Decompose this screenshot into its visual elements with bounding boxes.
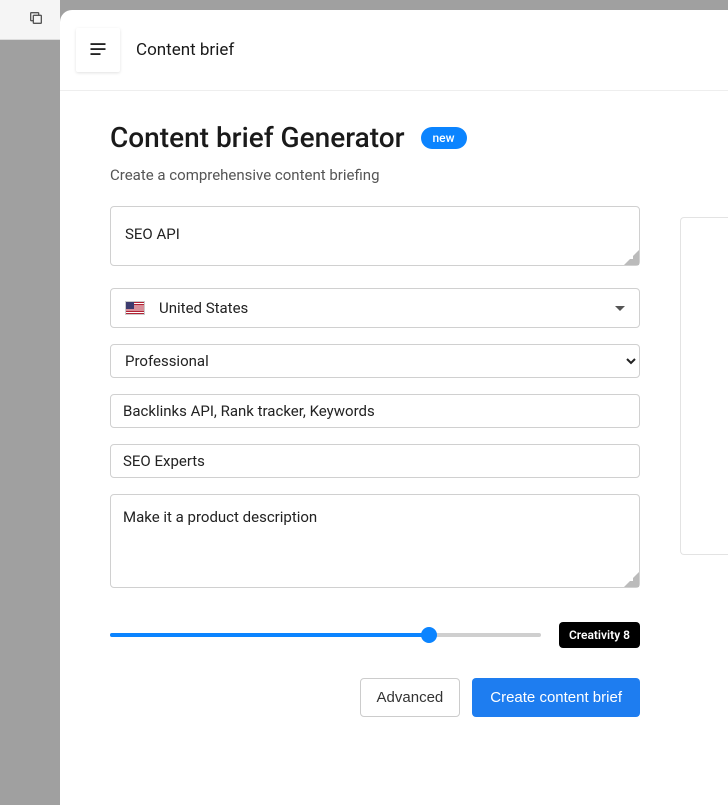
creativity-slider-row: Creativity 8: [110, 622, 640, 648]
background-toolbar: [0, 0, 60, 40]
side-output-panel: [680, 217, 728, 555]
country-label: United States: [159, 299, 615, 317]
country-select[interactable]: United States: [110, 288, 640, 328]
create-content-brief-button[interactable]: Create content brief: [472, 678, 640, 717]
page-title: Content brief Generator: [110, 121, 405, 154]
keyword-input[interactable]: [110, 206, 640, 266]
button-row: Advanced Create content brief: [110, 678, 640, 717]
chevron-down-icon: [615, 306, 625, 311]
modal-header: Content brief: [60, 10, 728, 91]
slider-track: [110, 633, 541, 637]
copy-icon: [28, 10, 44, 26]
creativity-slider[interactable]: [110, 625, 541, 645]
content-brief-modal: Content brief Content brief Generator ne…: [60, 10, 728, 805]
tone-select[interactable]: Professional: [110, 344, 640, 378]
slider-fill: [110, 633, 429, 637]
extra-instructions-input[interactable]: [110, 494, 640, 588]
advanced-button[interactable]: Advanced: [360, 678, 461, 717]
menu-button[interactable]: [76, 28, 120, 72]
page-subtitle: Create a comprehensive content briefing: [110, 166, 678, 184]
new-badge: new: [421, 127, 467, 149]
header-title: Content brief: [136, 40, 234, 60]
creativity-badge: Creativity 8: [559, 622, 640, 648]
page-title-row: Content brief Generator new: [110, 121, 678, 154]
related-keywords-input[interactable]: [110, 394, 640, 428]
audience-input[interactable]: [110, 444, 640, 478]
us-flag-icon: [125, 301, 145, 315]
slider-thumb[interactable]: [421, 627, 437, 643]
modal-body: Content brief Generator new Create a com…: [60, 91, 728, 805]
menu-icon: [88, 39, 108, 62]
